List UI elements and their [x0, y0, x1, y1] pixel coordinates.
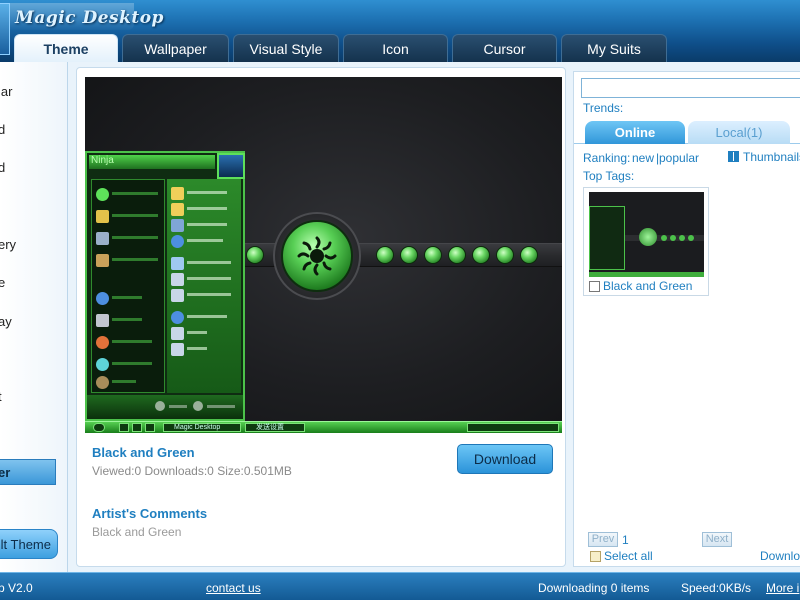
ranking-new-link[interactable]: new: [632, 151, 654, 165]
next-page-button[interactable]: Next: [702, 532, 732, 547]
preview-taskbar-item: 发送设置: [245, 423, 305, 432]
sidebar-item-label: t: [0, 389, 8, 404]
sidebar-item[interactable]: d: [0, 122, 60, 140]
more-link[interactable]: More i: [766, 581, 799, 595]
category-sidebar: lar d d ery e ay t er lt Theme: [0, 62, 68, 572]
app-window: Magic Desktop Theme Wallpaper Visual Sty…: [0, 0, 800, 600]
tab-local[interactable]: Local(1): [688, 121, 790, 144]
tab-visual-style[interactable]: Visual Style: [233, 34, 339, 62]
sidebar-item-selected[interactable]: er: [0, 459, 56, 485]
download-status: Downloading 0 items: [538, 581, 650, 595]
tab-online[interactable]: Online: [585, 121, 685, 144]
sidebar-item-label: lar: [0, 84, 13, 99]
select-all-label[interactable]: Select all: [604, 549, 653, 563]
theme-preview-image[interactable]: Ninja Magic Desktop 发送设置: [85, 77, 562, 433]
sidebar-item-label: d: [0, 122, 8, 137]
app-title: Magic Desktop: [15, 8, 164, 28]
preview-start-menu: Ninja: [85, 151, 245, 421]
preview-menu-right: [167, 179, 241, 393]
preview-orb: [376, 246, 394, 264]
sidebar-item[interactable]: lar: [0, 84, 60, 102]
comments-body: Black and Green: [92, 525, 182, 539]
theme-preview-panel: Ninja Magic Desktop 发送设置 Black and Green…: [76, 67, 566, 567]
tab-cursor[interactable]: Cursor: [452, 34, 557, 62]
preview-orb: [520, 246, 538, 264]
version-label: ktop V2.0: [0, 581, 51, 595]
sidebar-item[interactable]: ery: [0, 237, 60, 255]
tab-theme[interactable]: Theme: [14, 34, 118, 62]
preview-orb: [496, 246, 514, 264]
thumbnails-icon[interactable]: [728, 151, 739, 162]
result-name[interactable]: Black and Green: [603, 279, 692, 293]
browse-panel: Trends: Online Local(1) Ranking: new | p…: [573, 71, 800, 567]
theme-stats: Viewed:0 Downloads:0 Size:0.501MB: [92, 464, 292, 478]
select-all-checkbox[interactable]: [590, 551, 601, 562]
sun-icon: [297, 236, 337, 276]
download-button[interactable]: Download: [457, 444, 553, 474]
tab-icon[interactable]: Icon: [343, 34, 448, 62]
trends-label: Trends:: [583, 101, 624, 115]
theme-name: Black and Green: [92, 445, 195, 460]
ranking-popular-link[interactable]: popular: [659, 151, 699, 165]
sidebar-item-label: ery: [0, 237, 17, 252]
default-theme-button[interactable]: lt Theme: [0, 529, 58, 559]
source-tabs: Online Local(1): [574, 120, 800, 144]
prev-page-button[interactable]: Prev: [588, 532, 618, 547]
preview-orb: [400, 246, 418, 264]
preview-taskbar: Magic Desktop 发送设置: [85, 421, 562, 433]
page-number: 1: [622, 533, 629, 547]
preview-menu-left: [91, 179, 165, 393]
contact-link[interactable]: contact us: [206, 581, 261, 595]
preview-orb: [448, 246, 466, 264]
sidebar-item-label: e: [0, 275, 8, 290]
sidebar-item-label: ay: [0, 314, 12, 329]
download-speed: Speed:0KB/s: [681, 581, 752, 595]
preview-taskbar-item: Magic Desktop: [163, 423, 241, 432]
app-icon[interactable]: [0, 3, 10, 55]
sidebar-item-label: er: [0, 465, 11, 480]
result-thumbnail[interactable]: [589, 192, 704, 277]
preview-orb: [472, 246, 490, 264]
content-area: lar d d ery e ay t er lt Theme Ninja: [0, 62, 800, 572]
comments-title: Artist's Comments: [92, 506, 208, 521]
preview-avatar: [217, 153, 245, 179]
thumbnails-toggle[interactable]: Thumbnails: [743, 150, 800, 164]
search-input[interactable]: [581, 78, 800, 98]
preview-orb: [246, 246, 264, 264]
default-theme-button-label: lt Theme: [0, 537, 51, 552]
tab-my-suits[interactable]: My Suits: [561, 34, 667, 62]
sidebar-item[interactable]: ay: [0, 314, 60, 332]
result-checkbox[interactable]: [589, 281, 600, 292]
preview-orb: [424, 246, 442, 264]
tab-wallpaper[interactable]: Wallpaper: [122, 34, 229, 62]
main-tabs: Theme Wallpaper Visual Style Icon Cursor…: [14, 34, 671, 62]
version-text: ktop V2.0: [0, 581, 33, 595]
ranking-label: Ranking:: [583, 151, 631, 165]
result-card[interactable]: Black and Green: [583, 187, 709, 296]
status-bar: ktop V2.0 contact us Downloading 0 items…: [0, 572, 800, 600]
download-selected-link[interactable]: Downlo: [760, 549, 800, 563]
preview-menu-user: Ninja: [89, 155, 215, 169]
preview-menu-footer: [87, 395, 243, 419]
sidebar-item[interactable]: d: [0, 160, 60, 178]
sidebar-item[interactable]: e: [0, 275, 60, 293]
sidebar-item[interactable]: t: [0, 389, 60, 407]
top-bar: Magic Desktop Theme Wallpaper Visual Sty…: [0, 0, 800, 62]
top-tags-label: Top Tags:: [583, 169, 635, 183]
sidebar-item-label: d: [0, 160, 8, 175]
